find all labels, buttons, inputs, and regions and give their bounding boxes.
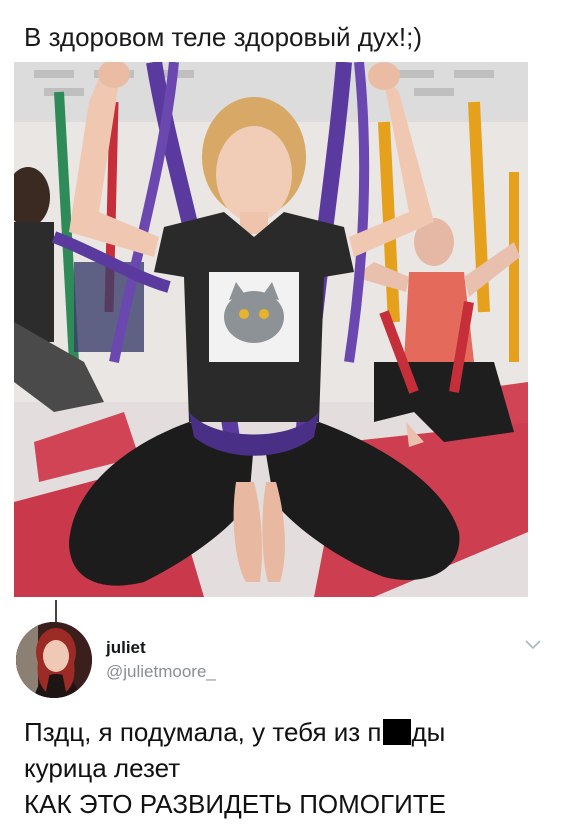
- tweet-line-3: КАК ЭТО РАЗВИДЕТЬ ПОМОГИТЕ: [24, 789, 446, 819]
- aerial-yoga-photo: [14, 62, 528, 597]
- thread-connector: [55, 600, 57, 622]
- redaction-bar: [382, 719, 411, 745]
- display-name[interactable]: juliet: [106, 638, 146, 658]
- tweet-line-1: Пздц, я подумала, у тебя из п ды: [24, 714, 554, 750]
- tweet-text: Пздц, я подумала, у тебя из п ды курица л…: [24, 714, 554, 822]
- meme-caption: В здоровом теле здоровый дух!;): [24, 22, 423, 52]
- chevron-down-icon[interactable]: [524, 638, 542, 652]
- tweet-line-1-start: Пздц, я подумала, у тебя из п: [24, 717, 382, 747]
- avatar[interactable]: [16, 622, 92, 698]
- tweet-line-1-end: ды: [411, 717, 446, 747]
- user-handle[interactable]: @julietmoore_: [106, 662, 216, 682]
- tweet-line-2: курица лезет: [24, 753, 181, 783]
